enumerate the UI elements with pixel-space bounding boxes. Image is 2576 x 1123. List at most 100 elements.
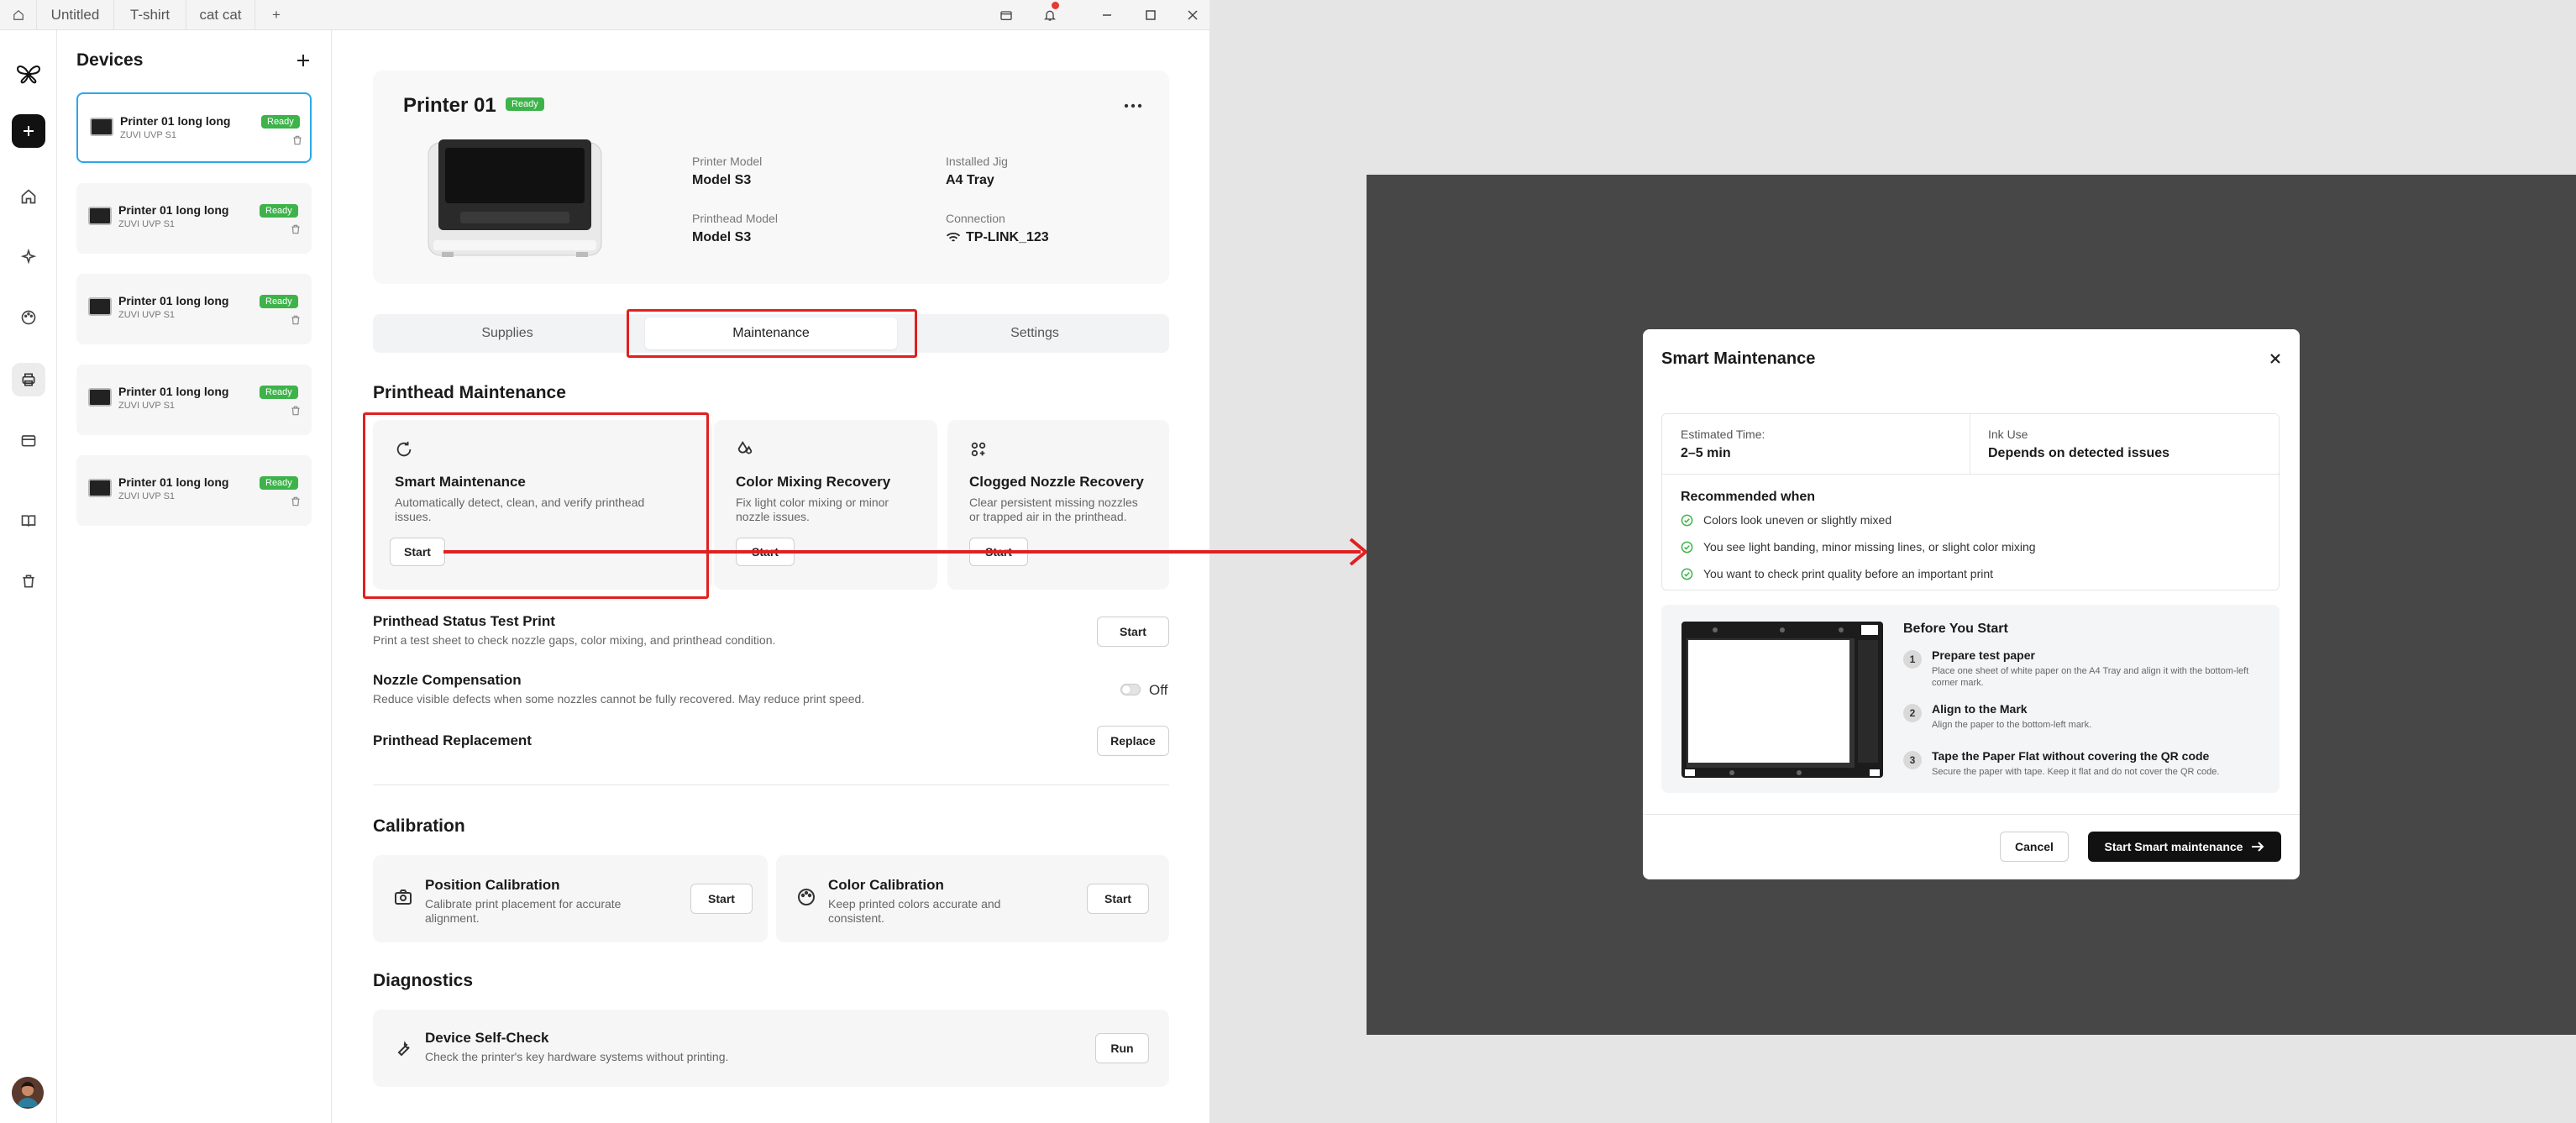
palette-icon bbox=[798, 889, 815, 905]
printer-title: Printer 01 bbox=[403, 94, 496, 117]
position-calibration-card: Position Calibration Calibrate print pla… bbox=[373, 855, 768, 942]
nav-trash[interactable] bbox=[12, 564, 45, 598]
tab-cat-cat[interactable]: cat cat bbox=[186, 0, 255, 30]
smart-maintenance-start-button[interactable]: Start bbox=[390, 538, 445, 566]
nozzle-comp-toggle[interactable] bbox=[1120, 684, 1141, 695]
home-tab[interactable] bbox=[0, 0, 37, 30]
drops-icon bbox=[737, 441, 753, 454]
nav-printer[interactable] bbox=[12, 363, 45, 396]
device-card[interactable]: Printer 01 long long ZUVI UVP S1 Ready bbox=[76, 274, 312, 344]
device-card[interactable]: Printer 01 long long ZUVI UVP S1 Ready bbox=[76, 365, 312, 435]
maximize-button[interactable] bbox=[1134, 0, 1167, 30]
nozzle-comp-state: Off bbox=[1149, 682, 1168, 698]
home-icon bbox=[21, 189, 36, 204]
butterfly-logo-icon bbox=[16, 66, 41, 84]
cancel-button[interactable]: Cancel bbox=[2000, 832, 2069, 862]
installed-jig-value: A4 Tray bbox=[946, 173, 994, 187]
device-model: ZUVI UVP S1 bbox=[118, 491, 176, 501]
nav-ai[interactable] bbox=[12, 240, 45, 274]
status-badge: Ready bbox=[260, 476, 298, 490]
card-desc: Check the printer's key hardware systems… bbox=[425, 1050, 729, 1063]
create-button[interactable] bbox=[12, 114, 45, 148]
notification-button[interactable] bbox=[1033, 0, 1067, 30]
nav-box[interactable] bbox=[12, 423, 45, 457]
tab-maintenance[interactable]: Maintenance bbox=[645, 317, 897, 349]
card-desc: Keep printed colors accurate and consiste… bbox=[828, 897, 1001, 925]
check-circle-icon bbox=[1681, 568, 1693, 580]
device-card[interactable]: Printer 01 long long ZUVI UVP S1 Ready bbox=[76, 183, 312, 254]
status-badge: Ready bbox=[260, 386, 298, 399]
modal-title: Smart Maintenance bbox=[1661, 349, 1816, 368]
printer-model-value: Model S3 bbox=[692, 173, 752, 187]
replace-button[interactable]: Replace bbox=[1097, 726, 1169, 756]
tab-tshirt[interactable]: T-shirt bbox=[114, 0, 186, 30]
trash-icon[interactable] bbox=[291, 134, 303, 146]
device-name: Printer 01 long long bbox=[118, 475, 229, 489]
minimize-button[interactable] bbox=[1090, 0, 1124, 30]
printer-thumbnail bbox=[88, 297, 112, 316]
nav-guide[interactable] bbox=[12, 504, 45, 538]
plus-icon bbox=[297, 55, 309, 66]
add-device-button[interactable] bbox=[291, 49, 315, 72]
test-print-start-button[interactable]: Start bbox=[1097, 617, 1169, 647]
trash-icon bbox=[23, 575, 34, 588]
nav-home[interactable] bbox=[12, 180, 45, 213]
calibration-title: Calibration bbox=[373, 816, 465, 836]
wifi-icon bbox=[946, 232, 961, 242]
user-avatar[interactable] bbox=[12, 1077, 44, 1109]
device-model: ZUVI UVP S1 bbox=[118, 219, 176, 229]
check-circle-icon bbox=[1681, 541, 1693, 553]
trash-icon[interactable] bbox=[290, 405, 302, 417]
nav-palette[interactable] bbox=[12, 301, 45, 334]
card-title: Clogged Nozzle Recovery bbox=[969, 474, 1144, 490]
self-check-run-button[interactable]: Run bbox=[1095, 1033, 1149, 1063]
printer-info-card: Printer 01 Ready Printer Model Model S3 … bbox=[373, 71, 1169, 284]
new-tab-button[interactable]: + bbox=[255, 0, 297, 30]
printer-image bbox=[428, 139, 602, 257]
nozzle-comp-title: Nozzle Compensation bbox=[373, 672, 522, 688]
device-card[interactable]: Printer 01 long long ZUVI UVP S1 Ready bbox=[76, 455, 312, 526]
refresh-drop-icon bbox=[396, 441, 412, 457]
trash-icon[interactable] bbox=[290, 496, 302, 507]
close-icon[interactable] bbox=[2268, 351, 2283, 366]
printer-model-label: Printer Model bbox=[692, 155, 763, 168]
tab-bar: Supplies Maintenance Settings bbox=[373, 314, 1169, 353]
start-smart-maintenance-button[interactable]: Start Smart maintenance bbox=[2088, 832, 2281, 862]
status-badge: Ready bbox=[506, 97, 544, 111]
card-desc: Automatically detect, clean, and verify … bbox=[395, 496, 645, 523]
recommended-title: Recommended when bbox=[1681, 490, 1816, 504]
trash-icon[interactable] bbox=[290, 314, 302, 326]
minimize-icon bbox=[1103, 14, 1111, 16]
test-print-desc: Print a test sheet to check nozzle gaps,… bbox=[373, 633, 776, 647]
position-calibration-start-button[interactable]: Start bbox=[690, 884, 753, 914]
step-title: Align to the Mark bbox=[1932, 702, 2028, 716]
ink-value: Depends on detected issues bbox=[1988, 446, 2170, 460]
device-card[interactable]: Printer 01 long long ZUVI UVP S1 Ready bbox=[76, 92, 312, 163]
tab-supplies[interactable]: Supplies bbox=[373, 314, 642, 353]
printhead-model-value: Model S3 bbox=[692, 230, 752, 244]
printhead-replacement-title: Printhead Replacement bbox=[373, 732, 532, 748]
connection-label: Connection bbox=[946, 212, 1005, 225]
trash-icon[interactable] bbox=[290, 223, 302, 235]
box-icon bbox=[21, 435, 36, 447]
card-desc: Fix light color mixing or minor nozzle is… bbox=[736, 496, 889, 523]
status-badge: Ready bbox=[260, 204, 298, 218]
connection-value: TP-LINK_123 bbox=[946, 230, 1049, 245]
storage-button[interactable] bbox=[989, 0, 1023, 30]
close-icon bbox=[1188, 10, 1198, 20]
card-desc: Calibrate print placement for accurate al… bbox=[425, 897, 622, 925]
modal-summary-box: Estimated Time: 2–5 min Ink Use Depends … bbox=[1661, 413, 2280, 590]
camera-icon bbox=[395, 889, 412, 905]
color-calibration-start-button[interactable]: Start bbox=[1087, 884, 1149, 914]
step-title: Prepare test paper bbox=[1932, 648, 2035, 662]
tab-untitled[interactable]: Untitled bbox=[37, 0, 114, 30]
step-number: 1 bbox=[1903, 650, 1922, 669]
device-model: ZUVI UVP S1 bbox=[118, 401, 176, 411]
box-icon bbox=[1000, 11, 1012, 20]
more-options-button[interactable] bbox=[1120, 97, 1146, 114]
card-title: Position Calibration bbox=[425, 877, 560, 893]
card-title: Color Calibration bbox=[828, 877, 944, 893]
status-badge: Ready bbox=[261, 115, 300, 129]
close-window-button[interactable] bbox=[1176, 0, 1209, 30]
tab-settings[interactable]: Settings bbox=[900, 314, 1169, 353]
